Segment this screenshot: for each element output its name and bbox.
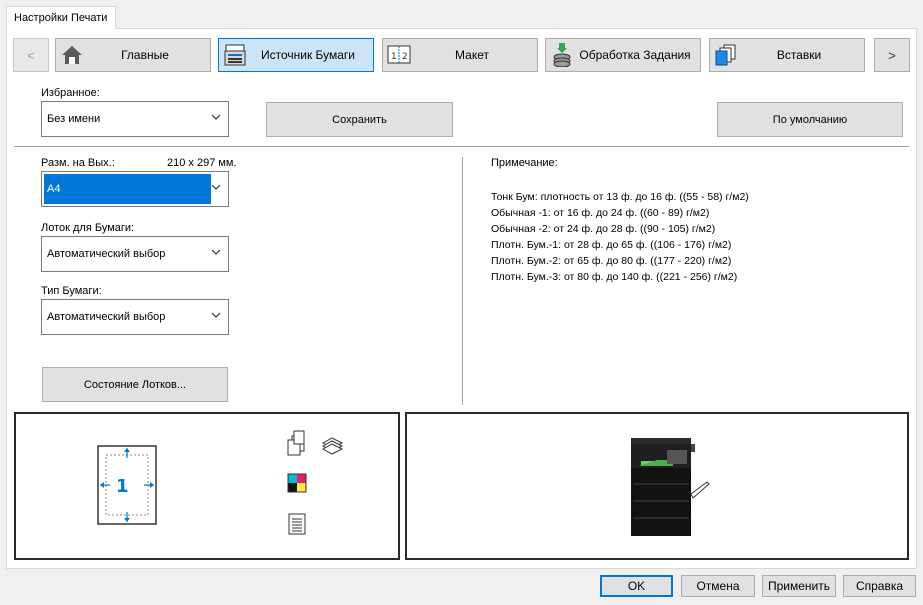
chevron-down-icon [211, 249, 221, 255]
apply-button[interactable]: Применить [762, 575, 836, 597]
svg-text:1: 1 [391, 52, 397, 62]
printer-icon [631, 438, 710, 536]
note-line: Плотн. Бум.-1: от 28 ф. до 65 ф. ((106 -… [491, 239, 732, 251]
color-mode-icon [287, 473, 307, 493]
home-icon [56, 39, 88, 71]
note-text: Тонк Бум: плотность от 13 ф. до 16 ф. ((… [491, 189, 749, 285]
help-button-label: Справка [855, 579, 904, 593]
vertical-divider [462, 157, 463, 405]
tab-layout-label: Макет [455, 48, 489, 62]
favorites-value: Без имени [47, 113, 101, 125]
paper-type-select[interactable]: Автоматический выбор [41, 299, 229, 335]
paper-tray-value: Автоматический выбор [47, 248, 166, 260]
inserts-icon [710, 39, 742, 71]
cancel-button[interactable]: Отмена [681, 575, 755, 597]
tab-layout[interactable]: 1 2 Макет [382, 38, 538, 72]
note-line: Плотн. Бум.-2: от 65 ф. до 80 ф. ((177 -… [491, 255, 732, 267]
note-line: Обычная -1: от 16 ф. до 24 ф. ((60 - 89)… [491, 207, 710, 219]
tab-paper-source-label: Источник Бумаги [260, 48, 356, 62]
save-button-label: Сохранить [332, 113, 387, 126]
tray-status-label: Состояние Лотков... [83, 378, 187, 391]
default-button-label: По умолчанию [772, 113, 848, 126]
printer-preview-pane [405, 412, 909, 560]
ok-button[interactable]: OK [600, 575, 673, 597]
paper-tray-select[interactable]: Автоматический выбор [41, 236, 229, 272]
page-preview-pane: 1 [14, 412, 400, 560]
paper-stack-icon [321, 437, 344, 455]
apply-button-label: Применить [767, 579, 830, 593]
note-line: Тонк Бум: плотность от 13 ф. до 16 ф. ((… [491, 191, 749, 203]
section-divider [14, 146, 909, 147]
nav-prev-button[interactable]: < [13, 38, 49, 72]
chevron-left-icon: < [27, 47, 35, 63]
favorites-label: Избранное: [41, 87, 100, 99]
note-line: Плотн. Бум.-3: от 80 ф. до 140 ф. ((221 … [491, 271, 738, 283]
tab-main[interactable]: Главные [55, 38, 211, 72]
chevron-right-icon: > [888, 47, 896, 63]
page-preview-graphic [97, 430, 344, 535]
tab-inserts[interactable]: Вставки [709, 38, 865, 72]
chevron-down-icon [211, 312, 221, 318]
tab-inserts-label: Вставки [776, 48, 822, 62]
tab-paper-source[interactable]: Источник Бумаги [218, 38, 374, 72]
note-label: Примечание: [491, 157, 558, 169]
save-button[interactable]: Сохранить [266, 102, 453, 137]
chevron-down-icon [211, 184, 221, 190]
svg-text:2: 2 [402, 52, 408, 62]
tray-status-button[interactable]: Состояние Лотков... [42, 367, 228, 402]
paper-tray-label: Лоток для Бумаги: [41, 222, 135, 234]
tab-main-label: Главные [121, 48, 169, 62]
layout-icon: 1 2 [383, 39, 415, 71]
ok-button-label: OK [627, 579, 646, 593]
output-size-select[interactable]: A4 [41, 171, 229, 207]
tab-title: Настройки Печати [14, 12, 108, 24]
cancel-button-label: Отмена [696, 579, 740, 593]
print-settings-tab[interactable]: Настройки Печати [6, 6, 116, 29]
job-handling-icon [546, 39, 578, 71]
note-line: Обычная -2: от 24 ф. до 28 ф. ((90 - 105… [491, 223, 716, 235]
document-icon [288, 513, 306, 535]
paper-source-icon [219, 39, 251, 71]
output-size-dimensions: 210 x 297 мм. [167, 157, 237, 169]
paper-type-label: Тип Бумаги: [41, 285, 102, 297]
nav-next-button[interactable]: > [874, 38, 910, 72]
preview-page-number: 1 [116, 476, 129, 497]
output-size-label: Разм. на Вых.: [41, 157, 115, 169]
help-button[interactable]: Справка [843, 575, 916, 597]
output-size-selected: A4 [44, 174, 211, 204]
output-size-value: A4 [47, 183, 61, 195]
paper-type-value: Автоматический выбор [47, 311, 166, 323]
copies-icon [287, 430, 305, 456]
chevron-down-icon [211, 114, 221, 120]
tab-job-handling-label: Обработка Задания [579, 48, 691, 62]
favorites-select[interactable]: Без имени [41, 101, 229, 137]
default-button[interactable]: По умолчанию [717, 102, 903, 137]
tab-job-handling[interactable]: Обработка Задания [545, 38, 701, 72]
